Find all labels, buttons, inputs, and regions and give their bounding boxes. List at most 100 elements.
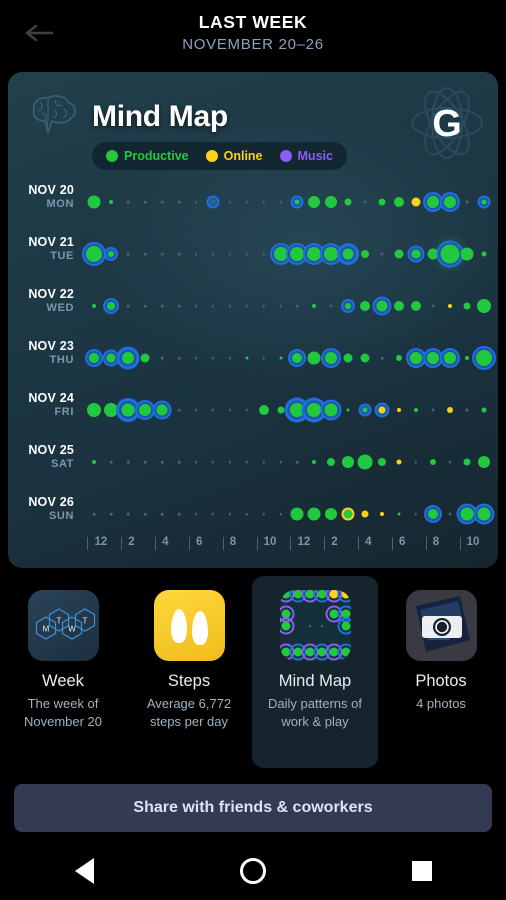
activity-dot[interactable] (296, 304, 299, 308)
activity-dot[interactable] (396, 408, 401, 412)
activity-dot[interactable] (296, 460, 299, 464)
activity-dot[interactable] (411, 249, 421, 259)
activity-dot[interactable] (87, 403, 102, 417)
activity-dot[interactable] (361, 510, 369, 518)
activity-dot[interactable] (194, 408, 198, 412)
activity-dot[interactable] (393, 197, 404, 207)
legend-item-music[interactable]: Music (279, 149, 333, 163)
activity-dot[interactable] (414, 460, 418, 464)
activity-dot[interactable] (440, 244, 460, 264)
activity-dot[interactable] (177, 408, 181, 412)
activity-dot[interactable] (477, 507, 491, 521)
activity-dot[interactable] (194, 512, 198, 516)
table-row[interactable]: NOV 22 WED (8, 280, 498, 332)
mind-map-panel[interactable]: Mind Map G Productive Online Music NOV 20 M… (8, 72, 498, 568)
card-steps[interactable]: Steps Average 6,772 steps per day (126, 576, 252, 768)
card-mind-map[interactable]: Mind Map Daily patterns of work & play (252, 576, 378, 768)
activity-dot[interactable] (361, 250, 370, 258)
table-row[interactable]: NOV 24 FRI (8, 384, 498, 436)
activity-dot[interactable] (463, 458, 471, 466)
activity-dot[interactable] (357, 454, 373, 470)
activity-dot[interactable] (312, 304, 317, 308)
activity-dot[interactable] (262, 460, 265, 464)
activity-dot[interactable] (92, 460, 97, 464)
activity-dot[interactable] (464, 356, 469, 360)
activity-dot[interactable] (307, 351, 321, 365)
activity-dot[interactable] (194, 200, 198, 204)
activity-dot[interactable] (104, 403, 119, 417)
activity-dot[interactable] (380, 356, 384, 360)
activity-dot[interactable] (290, 403, 305, 417)
activity-dot[interactable] (292, 353, 303, 363)
activity-dot[interactable] (194, 460, 198, 464)
activity-dot[interactable] (363, 200, 367, 204)
activity-dot[interactable] (465, 408, 469, 412)
activity-dot[interactable] (378, 458, 387, 466)
activity-dot[interactable] (177, 460, 181, 464)
activity-dot[interactable] (211, 460, 215, 464)
activity-dot[interactable] (325, 352, 338, 364)
activity-dot[interactable] (194, 356, 198, 360)
nav-home-icon[interactable] (223, 851, 283, 891)
activity-dot[interactable] (143, 252, 147, 256)
activity-dot[interactable] (431, 304, 435, 308)
activity-dot[interactable] (443, 196, 456, 208)
activity-dot[interactable] (93, 512, 96, 516)
activity-dot[interactable] (376, 300, 388, 312)
activity-dot[interactable] (460, 247, 474, 261)
activity-dot[interactable] (279, 512, 282, 516)
activity-dot[interactable] (409, 352, 422, 364)
activity-dot[interactable] (447, 304, 452, 308)
activity-dot[interactable] (346, 408, 350, 412)
activity-dot[interactable] (312, 460, 317, 464)
activity-dot[interactable] (413, 408, 418, 412)
activity-dot[interactable] (210, 199, 216, 205)
activity-dot[interactable] (245, 408, 248, 412)
activity-dot[interactable] (121, 403, 135, 417)
activity-dot[interactable] (448, 460, 451, 464)
activity-dot[interactable] (108, 251, 115, 257)
activity-dot[interactable] (194, 252, 198, 256)
activity-dot[interactable] (378, 198, 386, 206)
activity-dot[interactable] (324, 403, 338, 417)
activity-dot[interactable] (109, 200, 114, 204)
activity-dot[interactable] (307, 403, 322, 417)
activity-dot[interactable] (329, 304, 333, 308)
activity-dot[interactable] (463, 302, 471, 310)
activity-dot[interactable] (342, 456, 355, 468)
card-week[interactable]: M T W T Week The week of November 20 (0, 576, 126, 768)
activity-dot[interactable] (410, 301, 421, 311)
activity-dot[interactable] (262, 512, 265, 516)
activity-dot[interactable] (228, 252, 232, 256)
activity-dot[interactable] (481, 199, 487, 205)
activity-dot[interactable] (106, 353, 116, 363)
activity-dot[interactable] (360, 353, 370, 363)
activity-dot[interactable] (476, 299, 491, 313)
activity-dot[interactable] (427, 248, 439, 260)
share-button[interactable]: Share with friends & coworkers (14, 784, 492, 832)
activity-dot[interactable] (211, 356, 215, 360)
activity-dot[interactable] (160, 200, 164, 204)
activity-dot[interactable] (427, 509, 438, 519)
activity-dot[interactable] (279, 460, 282, 464)
activity-dot[interactable] (443, 352, 456, 364)
table-row[interactable]: NOV 23 THU (8, 332, 498, 384)
activity-dot[interactable] (160, 304, 164, 308)
activity-dot[interactable] (110, 460, 113, 464)
activity-dot[interactable] (245, 252, 248, 256)
activity-dot[interactable] (343, 353, 353, 363)
activity-dot[interactable] (394, 249, 404, 259)
activity-dot[interactable] (258, 405, 269, 415)
activity-dot[interactable] (228, 512, 232, 516)
activity-dot[interactable] (426, 352, 439, 364)
activity-dot[interactable] (465, 200, 469, 204)
activity-dot[interactable] (122, 352, 135, 364)
activity-dot[interactable] (160, 356, 164, 360)
activity-dot[interactable] (110, 512, 113, 516)
activity-dot[interactable] (327, 458, 336, 466)
activity-dot[interactable] (290, 507, 304, 521)
activity-dot[interactable] (279, 356, 283, 360)
activity-dot[interactable] (380, 252, 384, 256)
activity-dot[interactable] (262, 304, 265, 308)
activity-dot[interactable] (325, 508, 338, 520)
